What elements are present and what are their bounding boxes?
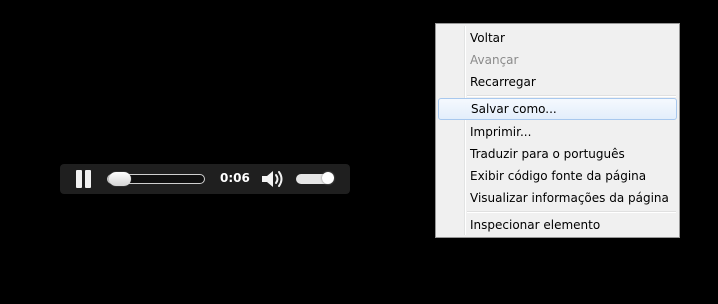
pause-icon-bar-left	[76, 170, 82, 188]
menu-item-view-source[interactable]: Exibir código fonte da página	[438, 165, 677, 187]
menu-item-page-info[interactable]: Visualizar informações da página	[438, 187, 677, 209]
context-menu: Voltar Avançar Recarregar Salvar como...…	[435, 23, 680, 238]
menu-item-reload[interactable]: Recarregar	[438, 71, 677, 93]
menu-item-forward[interactable]: Avançar	[438, 49, 677, 71]
page-background: 0:06 Voltar Avançar Recarregar Salvar co…	[0, 0, 718, 304]
menu-separator	[467, 95, 676, 97]
menu-item-print[interactable]: Imprimir...	[438, 121, 677, 143]
seek-thumb[interactable]	[108, 172, 131, 186]
menu-item-translate[interactable]: Traduzir para o português	[438, 143, 677, 165]
speaker-icon[interactable]	[260, 169, 286, 189]
volume-slider[interactable]	[296, 172, 335, 184]
menu-item-save-as[interactable]: Salvar como...	[438, 98, 677, 120]
menu-separator	[467, 211, 676, 213]
menu-item-back[interactable]: Voltar	[438, 27, 677, 49]
menu-item-inspect-element[interactable]: Inspecionar elemento	[438, 214, 677, 236]
pause-button[interactable]	[74, 170, 94, 188]
pause-icon-bar-right	[85, 170, 91, 188]
seek-slider[interactable]	[107, 172, 205, 186]
current-time: 0:06	[220, 171, 250, 185]
volume-thumb[interactable]	[322, 172, 335, 184]
audio-player: 0:06	[60, 164, 350, 194]
